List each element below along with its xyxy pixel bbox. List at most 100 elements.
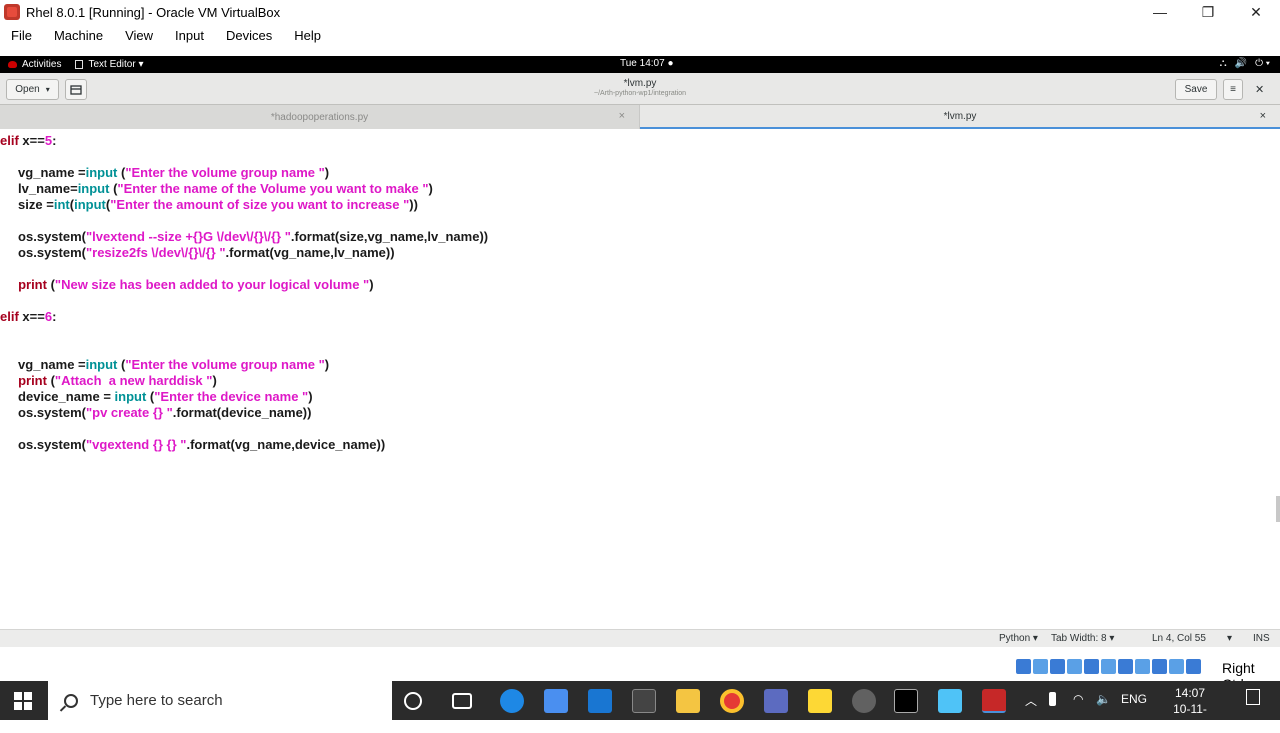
tab-width-selector[interactable]: Tab Width: 8 ▾	[1051, 633, 1114, 644]
code-token: "Enter the name of the Volume you want t…	[117, 181, 429, 196]
minimize-button[interactable]: —	[1136, 0, 1184, 24]
menu-view[interactable]: View	[125, 28, 153, 43]
tab-lvm[interactable]: *lvm.py ×	[640, 105, 1280, 129]
code-line: os.system("resize2fs \/dev\/{}\/{} ".for…	[0, 245, 395, 261]
code-token: os.system(	[0, 437, 86, 452]
code-token: vg_name =	[0, 165, 86, 180]
clock[interactable]: Tue 14:07 ●	[620, 58, 673, 69]
code-token: :	[52, 133, 57, 148]
editor-status-bar: Python ▾ Tab Width: 8 ▾ Ln 4, Col 55 ▾ I…	[0, 629, 1280, 647]
close-tab-icon[interactable]: ×	[619, 110, 625, 122]
menu-file[interactable]: File	[11, 28, 32, 43]
usb-icon[interactable]	[1084, 659, 1099, 674]
close-editor-icon[interactable]: ✕	[1255, 83, 1264, 96]
code-token: )	[308, 389, 313, 404]
host-menu-bar: File Machine View Input Devices Help	[0, 24, 1280, 46]
edge-icon[interactable]	[500, 689, 524, 713]
task-view-icon[interactable]	[452, 693, 472, 709]
cpu-icon[interactable]	[1152, 659, 1167, 674]
store-icon[interactable]	[544, 689, 568, 713]
code-line: print ("New size has been added to your …	[0, 277, 373, 293]
notion-icon[interactable]	[632, 689, 656, 713]
menu-machine[interactable]: Machine	[54, 28, 103, 43]
virtualbox-manager-icon[interactable]	[938, 689, 962, 713]
code-token: "Enter the volume group name "	[125, 165, 325, 180]
windows-start-icon[interactable]	[14, 692, 32, 710]
chrome-icon[interactable]	[720, 689, 744, 713]
shared-folders-icon[interactable]	[1101, 659, 1116, 674]
system-menu[interactable]: ⛬ 🔊 ⏻ ▾	[1220, 58, 1270, 69]
mouse-integration-icon[interactable]	[1169, 659, 1184, 674]
app-menu-label: Text Editor ▾	[88, 59, 144, 70]
keyboard-icon[interactable]	[1186, 659, 1201, 674]
chevron-up-icon[interactable]: ︿	[1025, 692, 1037, 709]
remote-desktop-icon[interactable]	[764, 689, 788, 713]
document-title: *lvm.py ~/Arth-python-wp1/integration	[0, 78, 1280, 97]
search-icon	[64, 693, 78, 708]
close-window-button[interactable]: ✕	[1232, 0, 1280, 24]
hard-disk-icon[interactable]	[1016, 659, 1031, 674]
code-editor[interactable]: elif x==5: vg_name =input ("Enter the vo…	[0, 129, 1280, 629]
save-button[interactable]: Save	[1175, 79, 1217, 100]
terminal-icon[interactable]	[894, 689, 918, 713]
cortana-icon[interactable]	[404, 692, 422, 710]
scrollbar[interactable]	[1276, 496, 1280, 522]
restore-button[interactable]: ❐	[1184, 0, 1232, 24]
app-menu-button[interactable]: Text Editor ▾	[75, 59, 144, 70]
virtualbox-icon	[4, 4, 20, 20]
tab-hadoopoperations[interactable]: *hadoopoperations.py ×	[0, 105, 640, 129]
wifi-icon[interactable]: ◠	[1073, 692, 1083, 706]
optical-drive-icon[interactable]	[1033, 659, 1048, 674]
mail-icon[interactable]	[588, 689, 612, 713]
code-token: device_name =	[0, 389, 115, 404]
audio-icon[interactable]	[1050, 659, 1065, 674]
power-icon: ⏻ ▾	[1255, 58, 1270, 69]
code-line: lv_name=input ("Enter the name of the Vo…	[0, 181, 433, 197]
code-line: os.system("pv create {} ".format(device_…	[0, 405, 311, 421]
code-token: "Enter the device name "	[154, 389, 309, 404]
code-token: )	[212, 373, 217, 388]
code-token: input	[114, 389, 147, 404]
code-token: :	[52, 309, 57, 324]
cursor-position[interactable]: Ln 4, Col 55	[1152, 633, 1206, 644]
language-selector[interactable]: Python ▾	[999, 633, 1038, 644]
file-explorer-icon[interactable]	[676, 689, 700, 713]
hamburger-menu-icon[interactable]: ≡	[1223, 79, 1243, 100]
network-adapter-icon[interactable]	[1067, 659, 1082, 674]
menu-help[interactable]: Help	[294, 28, 321, 43]
chevron-down-icon[interactable]: ▾	[1227, 633, 1232, 644]
code-token: .format(device_name))	[172, 405, 312, 420]
code-token: os.system(	[0, 229, 86, 244]
notification-icon[interactable]	[1246, 689, 1260, 705]
document-tabs: *hadoopoperations.py × *lvm.py ×	[0, 105, 1280, 129]
vm-window-icon[interactable]	[982, 689, 1006, 713]
code-line: print ("Attach a new harddisk ")	[0, 373, 217, 389]
usb-device-icon[interactable]	[1049, 692, 1056, 706]
recording-icon[interactable]	[1135, 659, 1150, 674]
insert-mode: INS	[1253, 633, 1270, 644]
code-line: vg_name =input ("Enter the volume group …	[0, 357, 329, 373]
code-token: elif	[0, 309, 19, 324]
code-token: )	[324, 357, 330, 372]
menu-devices[interactable]: Devices	[226, 28, 272, 43]
menu-input[interactable]: Input	[175, 28, 204, 43]
settings-gear-icon[interactable]	[852, 689, 876, 713]
file-name: *lvm.py	[623, 78, 657, 89]
code-token: )	[428, 181, 433, 196]
speaker-icon[interactable]: 🔈	[1096, 692, 1111, 706]
activities-button[interactable]: Activities	[8, 59, 61, 70]
network-icon: ⛬	[1219, 58, 1227, 69]
sticky-notes-icon[interactable]	[808, 689, 832, 713]
display-icon[interactable]	[1118, 659, 1133, 674]
code-line: device_name = input ("Enter the device n…	[0, 389, 313, 405]
code-token: (	[46, 277, 55, 292]
code-token: .format(vg_name,lv_name))	[225, 245, 395, 260]
taskbar-clock[interactable]: 14:07 10-11-2020	[1160, 685, 1220, 733]
time: 14:07	[1174, 686, 1206, 700]
input-language[interactable]: ENG	[1121, 692, 1147, 706]
taskbar-search[interactable]: Type here to search	[48, 681, 392, 720]
tab-label: *lvm.py	[943, 110, 977, 122]
close-tab-icon[interactable]: ×	[1260, 110, 1266, 122]
